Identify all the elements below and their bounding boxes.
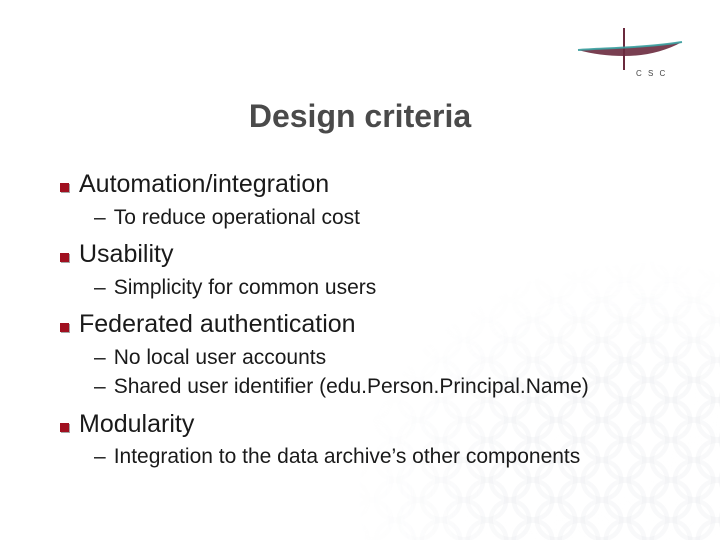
bullet-item: Automation/integration [60, 168, 680, 202]
dash-icon: – [94, 206, 106, 230]
dash-icon: – [94, 375, 106, 399]
dash-icon: – [94, 445, 106, 469]
bullet-text: Usability [79, 238, 173, 272]
square-bullet-icon [60, 253, 69, 262]
sub-bullet-text: Shared user identifier (edu.Person.Princ… [114, 373, 589, 401]
csc-logo-text: C S C [636, 69, 667, 78]
bullet-text: Automation/integration [79, 168, 329, 202]
bullet-text: Federated authentication [79, 308, 356, 342]
bullet-item: Usability [60, 238, 680, 272]
sub-bullet-item: – To reduce operational cost [60, 204, 680, 232]
square-bullet-icon [60, 423, 69, 432]
sub-bullet-text: Simplicity for common users [114, 274, 377, 302]
bullet-item: Modularity [60, 408, 680, 442]
square-bullet-icon [60, 183, 69, 192]
sub-bullet-item: – No local user accounts [60, 344, 680, 372]
sub-bullet-text: Integration to the data archive’s other … [114, 443, 581, 471]
sub-bullet-item: – Integration to the data archive’s othe… [60, 443, 680, 471]
slide-title: Design criteria [0, 98, 720, 135]
bullet-text: Modularity [79, 408, 194, 442]
slide-body: Automation/integration – To reduce opera… [60, 168, 680, 473]
sub-bullet-text: No local user accounts [114, 344, 326, 372]
dash-icon: – [94, 346, 106, 370]
sub-bullet-item: – Shared user identifier (edu.Person.Pri… [60, 373, 680, 401]
dash-icon: – [94, 276, 106, 300]
sub-bullet-item: – Simplicity for common users [60, 274, 680, 302]
bullet-item: Federated authentication [60, 308, 680, 342]
csc-logo: C S C [564, 26, 684, 84]
sub-bullet-text: To reduce operational cost [114, 204, 360, 232]
square-bullet-icon [60, 323, 69, 332]
